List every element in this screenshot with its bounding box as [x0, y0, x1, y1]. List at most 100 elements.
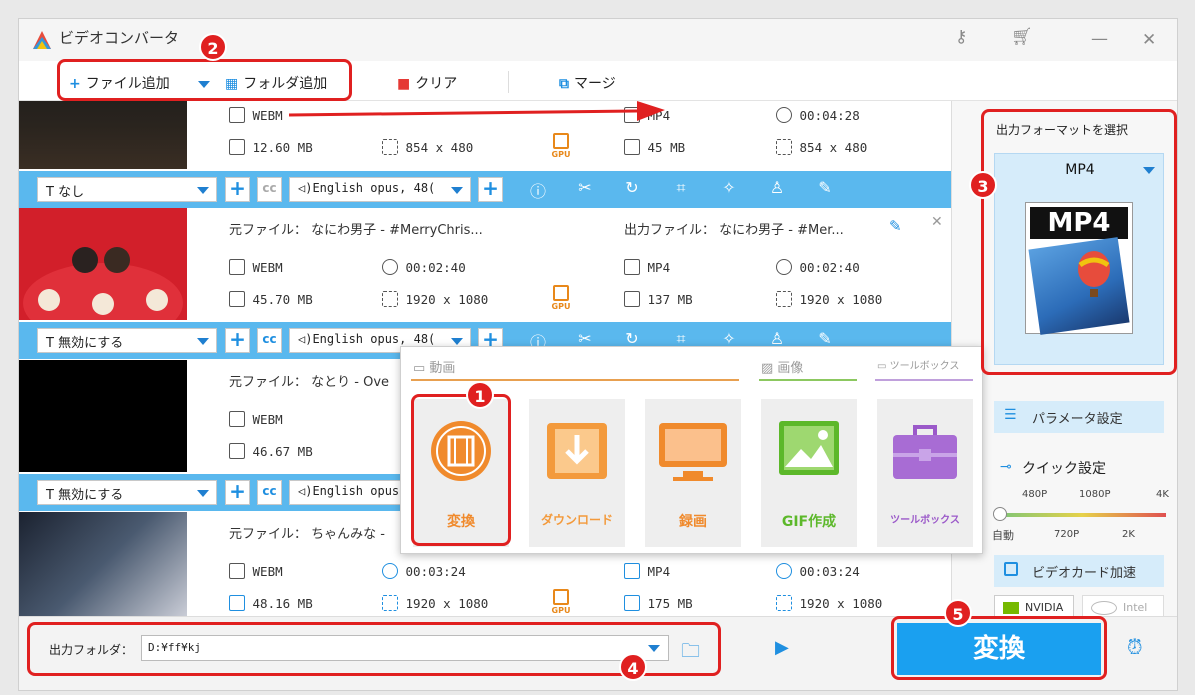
dst-resolution: 1920 x 1080	[776, 291, 882, 307]
subtitle-select[interactable]: T なし	[37, 177, 217, 202]
effect-wand-icon[interactable]: ✧	[718, 178, 740, 197]
gpu-badge: GPU	[550, 285, 572, 315]
rename-pencil-icon[interactable]: ✎	[889, 217, 902, 235]
src-filename: 元ファイル： なにわ男子 - #MerryChris...	[229, 223, 483, 238]
video-thumbnail[interactable]	[19, 360, 187, 472]
speaker-icon: ◁)	[298, 181, 313, 195]
step-badge-1: 1	[466, 381, 494, 409]
tab-video[interactable]: ▭ 動画	[413, 357, 455, 376]
parameter-settings-label: パラメータ設定	[1032, 412, 1123, 427]
record-card[interactable]: 録画	[645, 399, 741, 547]
app-logo-icon	[33, 31, 51, 49]
toolbox-card-label: ツールボックス	[890, 515, 960, 526]
gpu-acceleration-toggle[interactable]: ビデオカード加速	[994, 555, 1164, 587]
cc-icon[interactable]: cc	[257, 480, 282, 505]
subtitle-value: 無効にする	[58, 336, 124, 351]
subtitle-select[interactable]: T 無効にする	[37, 328, 217, 353]
clock-icon	[382, 259, 398, 275]
cc-icon[interactable]: cc	[257, 177, 282, 202]
clear-label: クリア	[415, 76, 458, 92]
audio-value: English opus, 48(	[312, 181, 436, 195]
add-subtitle-button[interactable]: +	[225, 480, 250, 505]
dst-size: 175 MB	[624, 595, 693, 611]
clear-button[interactable]: ■ クリア	[397, 73, 457, 93]
remove-file-icon[interactable]: ✕	[931, 214, 943, 230]
file-icon	[229, 259, 245, 275]
speaker-icon: ◁)	[298, 484, 313, 498]
quality-label: 4K	[1156, 489, 1169, 500]
dst-size: 45 MB	[624, 139, 685, 155]
gif-image-icon	[779, 421, 839, 475]
chevron-down-icon	[451, 187, 463, 194]
dst-size: 137 MB	[624, 291, 693, 307]
key-icon[interactable]: ⚷	[955, 27, 967, 47]
alarm-clock-icon[interactable]: ⏰︎	[1127, 635, 1143, 659]
resolution-icon	[776, 291, 792, 307]
annotation-arrow	[289, 101, 665, 121]
video-folder-icon[interactable]: ▶	[775, 637, 789, 658]
add-subtitle-button[interactable]: +	[225, 328, 250, 353]
download-icon	[547, 423, 607, 479]
add-audio-button[interactable]: +	[478, 177, 503, 202]
watermark-icon[interactable]: ♙	[766, 178, 788, 197]
document-icon	[229, 443, 245, 459]
cart-icon[interactable]: 🛒︎	[1011, 27, 1033, 47]
dst-duration: 00:04:28	[776, 107, 860, 123]
parameter-settings-button[interactable]: ☰ パラメータ設定	[994, 401, 1164, 433]
crop-icon[interactable]: ⌗	[670, 178, 692, 198]
audio-select[interactable]: ◁)English opus, 48(	[289, 177, 471, 202]
rotate-icon[interactable]: ↻	[621, 178, 643, 197]
edit-icon[interactable]: ✎	[814, 178, 836, 197]
quality-label: 720P	[1054, 529, 1080, 540]
step-badge-3: 3	[969, 171, 997, 199]
gif-card[interactable]: GIF作成	[761, 399, 857, 547]
quality-slider-handle[interactable]	[993, 507, 1007, 521]
nvidia-logo-icon	[1003, 602, 1019, 614]
tab-image[interactable]: ▨ 画像	[761, 357, 803, 376]
chip-icon	[1004, 562, 1018, 576]
download-card[interactable]: ダウンロード	[529, 399, 625, 547]
document-icon	[229, 595, 245, 611]
src-format: WEBM	[229, 259, 283, 275]
tab-toolbox[interactable]: ▭ ツールボックス	[877, 357, 959, 372]
resolution-icon	[382, 291, 398, 307]
image-icon: ▨	[761, 361, 778, 376]
dst-resolution: 854 x 480	[776, 139, 867, 155]
src-resolution: 1920 x 1080	[382, 595, 488, 611]
close-button[interactable]: ✕	[1142, 30, 1156, 50]
step-badge-4: 4	[619, 653, 647, 681]
file-icon	[624, 563, 640, 579]
audio-value: English opus, 48(	[312, 332, 436, 346]
scissors-icon[interactable]: ✂	[574, 178, 596, 197]
tab-underline	[759, 379, 857, 381]
toolbox-small-icon: ▭	[877, 361, 890, 372]
clock-icon	[776, 259, 792, 275]
document-icon	[229, 291, 245, 307]
merge-icon: ⧉	[559, 76, 569, 92]
add-subtitle-button[interactable]: +	[225, 177, 250, 202]
annotation-box-format	[981, 109, 1177, 375]
intel-logo-icon	[1091, 601, 1117, 615]
document-icon	[229, 139, 245, 155]
merge-label: マージ	[574, 76, 616, 92]
file-icon	[229, 563, 245, 579]
quality-slider-track[interactable]	[998, 513, 1166, 517]
clock-icon	[776, 563, 792, 579]
video-thumbnail[interactable]	[19, 512, 187, 616]
document-icon	[624, 291, 640, 307]
resolution-icon	[382, 595, 398, 611]
video-thumbnail[interactable]	[19, 101, 187, 169]
merge-button[interactable]: ⧉ マージ	[559, 73, 616, 93]
info-icon[interactable]: ⓘ	[527, 178, 549, 202]
text-icon: T	[46, 185, 59, 200]
subtitle-select[interactable]: T 無効にする	[37, 480, 217, 505]
minimize-button[interactable]: —	[1091, 29, 1108, 49]
cc-icon[interactable]: cc	[257, 328, 282, 353]
src-resolution: 1920 x 1080	[382, 291, 488, 307]
video-thumbnail[interactable]	[19, 208, 187, 343]
window-title: ビデオコンバータ	[59, 29, 180, 47]
dst-filename: 出力ファイル： なにわ男子 - #Mer...	[624, 223, 844, 238]
screen-record-icon	[659, 423, 727, 481]
toolbox-card[interactable]: ツールボックス	[877, 399, 973, 547]
text-icon: T	[46, 336, 59, 351]
